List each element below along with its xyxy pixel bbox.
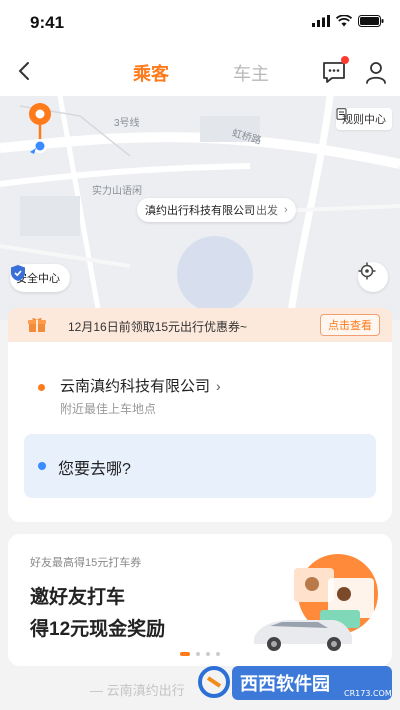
carousel-dot (180, 652, 190, 656)
destination-dot-icon (38, 462, 46, 470)
watermark-logo: 西西软件园 CR173.COM (198, 666, 392, 700)
start-location-name: 云南滇约科技有限公司 (60, 378, 211, 395)
user-icon[interactable] (362, 58, 390, 86)
svg-text:西西软件园: 西西软件园 (240, 673, 330, 695)
start-dot-icon (38, 384, 45, 391)
document-icon (336, 108, 347, 120)
svg-text:CR173.COM: CR173.COM (344, 689, 392, 698)
pickup-name: 滇约出行科技有限公司 (145, 205, 255, 217)
status-bar: 9:41 (0, 0, 400, 46)
destination-placeholder: 您要去哪? (58, 461, 131, 478)
coupon-text: 12月16日前领取15元出行优惠券~ (68, 320, 248, 334)
view-coupon-button[interactable]: 点击查看 (320, 314, 380, 336)
coupon-banner: 12月16日前领取15元出行优惠券~ 点击查看 (8, 308, 392, 342)
destination-input[interactable]: 您要去哪? (24, 434, 376, 498)
pickup-point-bubble[interactable]: 滇约出行科技有限公司 出发 › (137, 198, 296, 222)
promo-subtitle: 好友最高得15元打车券 (30, 557, 142, 569)
map-place-label: 实力山语闲 (92, 186, 142, 197)
pickup-suffix: 出发 (256, 205, 278, 217)
start-location-button[interactable]: 云南滇约科技有限公司 › (60, 375, 221, 396)
map-road-label: 3号线 (114, 118, 140, 129)
chevron-right-icon: › (284, 204, 288, 216)
chevron-right-icon: › (216, 377, 221, 394)
locate-button[interactable] (358, 262, 388, 292)
map-view[interactable]: 3号线 虹桥路 实力山语闲 规则中心 滇约出行科技有限公司 出发 › 安全中心 (0, 96, 400, 320)
promo-reward: 得12元现金奖励 (30, 619, 166, 640)
rules-center-button[interactable]: 规则中心 (336, 108, 392, 130)
shield-icon (11, 265, 25, 281)
start-location-hint: 附近最佳上车地点 (60, 402, 157, 416)
battery-icon (358, 15, 384, 27)
gift-icon (28, 318, 46, 332)
safety-center-button[interactable]: 安全中心 (10, 264, 70, 292)
location-pin-icon (29, 103, 51, 154)
message-badge (341, 56, 349, 64)
nav-bar: 乘客 车主 (0, 46, 400, 96)
wifi-icon (336, 15, 352, 27)
rules-center-label: 规则中心 (342, 114, 386, 126)
locate-icon (358, 262, 376, 280)
invite-promo-card[interactable]: 好友最高得15元打车券 邀好友打车 得12元现金奖励 (8, 534, 392, 666)
footer-brand-text: — 云南滇约出行 (90, 683, 185, 698)
signal-icon (312, 15, 330, 27)
promo-title: 邀好友打车 (30, 587, 126, 608)
back-icon[interactable] (10, 56, 40, 86)
status-time: 9:41 (30, 13, 65, 32)
promo-illustration (254, 554, 378, 651)
status-icons (312, 15, 384, 27)
trip-card: 云南滇约科技有限公司 › 附近最佳上车地点 您要去哪? (8, 342, 392, 522)
tab-driver[interactable]: 车主 (233, 60, 269, 86)
tab-passenger[interactable]: 乘客 (133, 60, 169, 86)
